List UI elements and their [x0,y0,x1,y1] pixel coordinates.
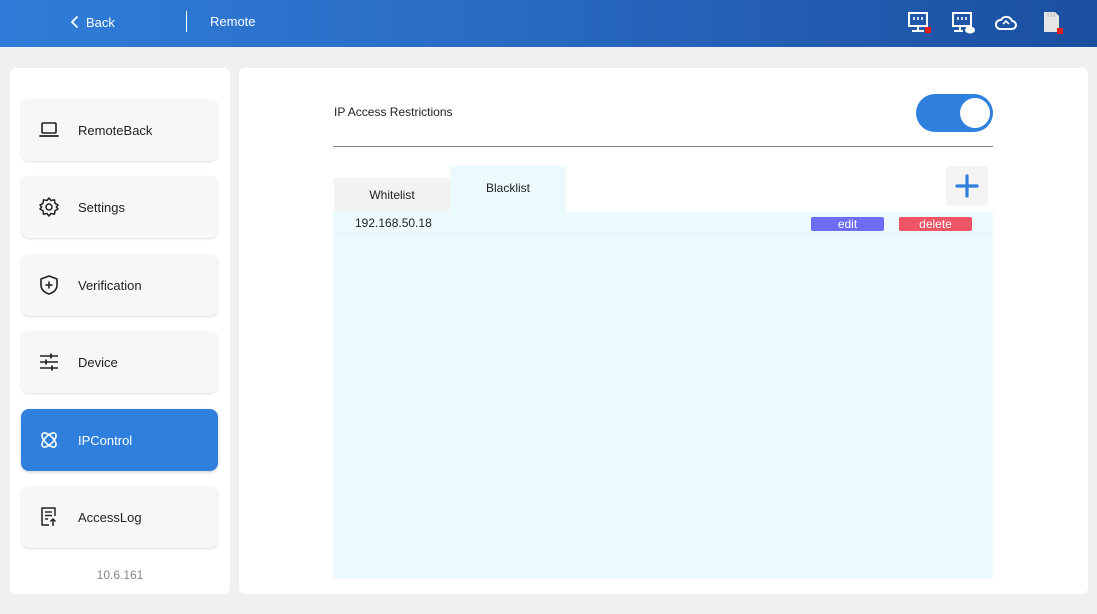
ip-control-panel: IP Access Restrictions Whitelist Blackli… [239,68,1088,594]
tab-whitelist[interactable]: Whitelist [334,178,450,212]
sidebar-item-label: Settings [78,199,125,215]
cloud-icon[interactable] [993,10,1019,36]
plus-icon [955,174,979,198]
sidebar-item-remoteback[interactable]: RemoteBack [21,99,218,161]
page-title: Remote [210,14,256,29]
sidebar-item-label: AccessLog [78,509,142,525]
log-upload-icon [38,506,60,528]
back-button[interactable]: Back [68,12,115,32]
ip-restriction-label: IP Access Restrictions [334,105,453,119]
sidebar-item-device[interactable]: Device [21,331,218,393]
top-bar: Back Remote [0,0,1097,47]
network-offline-icon[interactable] [906,10,932,36]
sliders-icon [38,351,60,373]
gear-icon [38,196,60,218]
sd-card-error-icon[interactable] [1038,10,1064,36]
ip-address: 192.168.50.18 [355,216,432,230]
back-label: Back [86,14,115,30]
sidebar-item-label: Device [78,354,118,370]
chevron-left-icon [71,16,78,28]
sidebar-item-ipcontrol[interactable]: IPControl [21,409,218,471]
list-item: 192.168.50.18 edit delete [333,212,993,234]
section-divider [333,146,993,147]
header-divider [186,11,187,32]
sidebar-item-label: IPControl [78,432,133,448]
sidebar-item-label: Verification [78,277,142,293]
sidebar-item-settings[interactable]: Settings [21,176,218,238]
laptop-icon [38,119,60,141]
tab-blacklist[interactable]: Blacklist [450,166,566,212]
shield-plus-icon [38,274,60,296]
ip-restriction-toggle[interactable] [916,94,993,132]
network-cloud-icon[interactable] [950,10,976,36]
sidebar-item-label: RemoteBack [78,122,153,138]
blacklist-list: 192.168.50.18 edit delete [333,212,993,578]
add-ip-button[interactable] [946,166,988,206]
sidebar: RemoteBack Settings Verification Device … [10,68,230,594]
toggle-knob [960,98,990,128]
edit-button[interactable]: edit [811,217,884,231]
atom-icon [38,429,60,451]
sidebar-item-accesslog[interactable]: AccessLog [21,486,218,548]
version-label: 10.6.161 [96,568,144,582]
delete-button[interactable]: delete [899,217,972,231]
sidebar-item-verification[interactable]: Verification [21,254,218,316]
